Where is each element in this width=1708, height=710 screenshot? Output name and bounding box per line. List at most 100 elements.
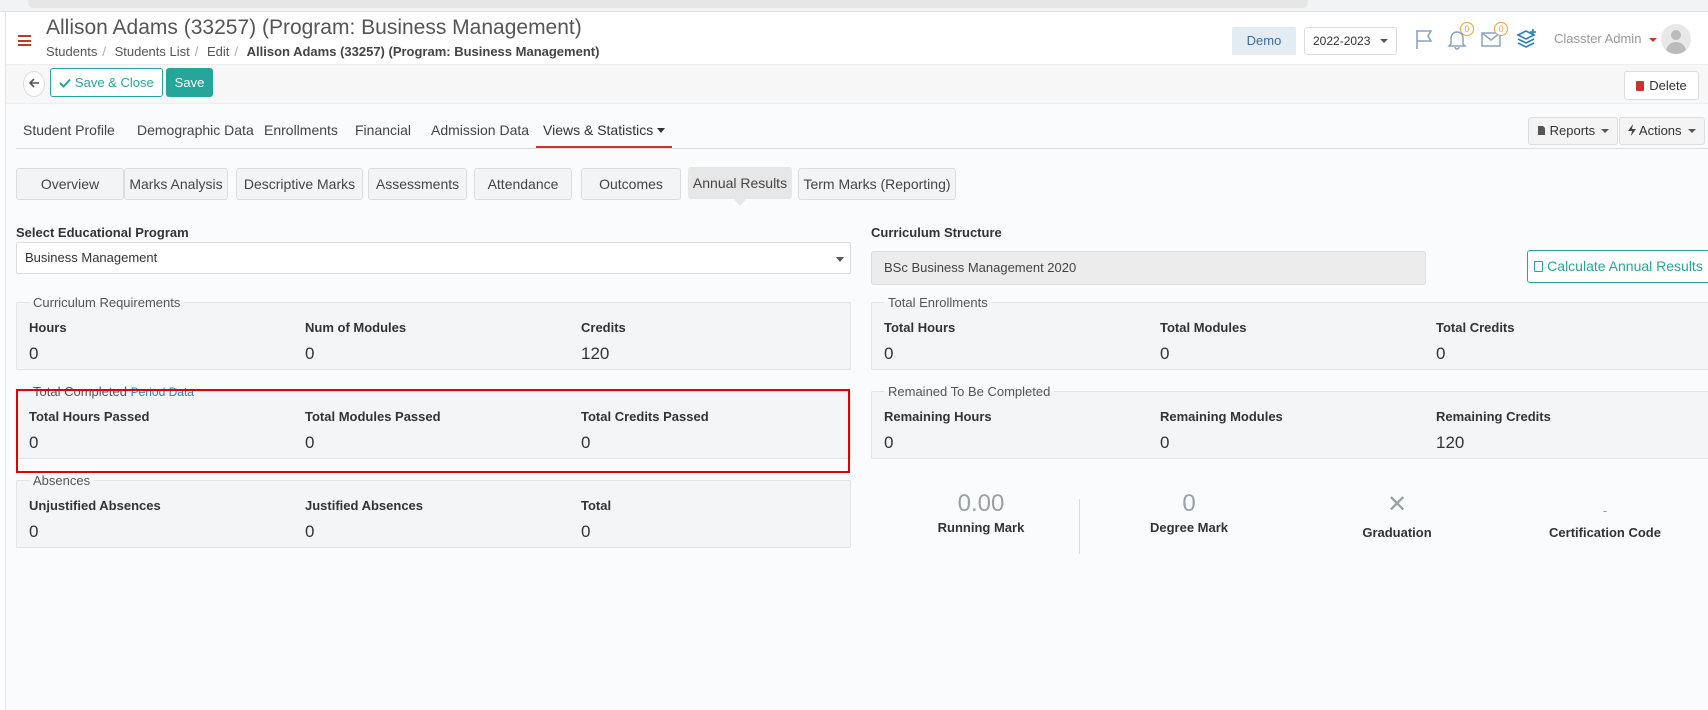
tab-demographic-data[interactable]: Demographic Data [137,120,254,148]
subtab-assessments[interactable]: Assessments [368,168,467,200]
total-absences: Total 0 [581,498,612,541]
remained-group: Remained To Be Completed [871,384,1708,459]
environment-badge: Demo [1232,27,1296,55]
running-mark-value: 0.00 [957,490,1005,517]
total-modules: Total Modules 0 [1160,320,1247,363]
calculate-label: Calculate Annual Results [1547,258,1703,274]
chevron-down-icon [836,257,844,262]
layers-add-icon[interactable] [1516,28,1538,50]
remaining-modules: Remaining Modules 0 [1160,409,1283,452]
absences-legend: Absences [33,473,91,488]
subtab-attendance[interactable]: Attendance [474,168,572,200]
user-menu-name[interactable]: Classter Admin [1554,31,1641,46]
app-window: Allison Adams (33257) (Program: Business… [5,12,1708,710]
save-close-label: Save & Close [74,75,154,90]
curriculum-requirements-legend: Curriculum Requirements [33,295,181,310]
tabs-divider [16,148,1708,149]
reports-label: Reports [1549,123,1596,138]
user-menu-caret-icon[interactable] [1649,38,1657,42]
bolt-icon [1628,124,1636,136]
breadcrumb-students-list[interactable]: Students List [115,44,190,59]
flag-icon[interactable] [1414,28,1436,50]
back-button[interactable] [23,71,45,97]
subtab-term-marks-reporting[interactable]: Term Marks (Reporting) [798,168,956,200]
degree-mark-label: Degree Mark [1149,520,1229,535]
degree-mark-stat: 0 Degree Mark [1114,490,1264,535]
academic-year-value: 2022-2023 [1313,34,1371,48]
page-title: Allison Adams (33257) (Program: Business… [46,16,582,39]
breadcrumb-current: Allison Adams (33257) (Program: Business… [246,44,600,59]
stat-divider [1079,499,1080,554]
running-mark-label: Running Mark [937,520,1025,535]
graduation-label: Graduation [1362,525,1432,540]
program-label: Select Educational Program [16,225,189,240]
messages-count: 0 [1494,22,1508,36]
bell-icon[interactable]: 0 [1446,22,1474,50]
subtab-marks-analysis[interactable]: Marks Analysis [124,168,228,200]
breadcrumb: Students / Students List / Edit / Allison A… [46,44,600,59]
total-enrollments-group: Total Enrollments [871,295,1708,370]
total-credits: Total Credits 0 [1436,320,1515,363]
caret-down-icon [1687,129,1696,133]
req-modules: Num of Modules 0 [305,320,407,363]
graduation-stat: ✕ Graduation [1322,490,1472,540]
delete-label: Delete [1649,78,1687,93]
calculator-icon [1534,261,1544,272]
req-credits: Credits 120 [581,320,626,363]
certification-code-label: Certification Code [1549,525,1661,540]
save-close-button[interactable]: Save & Close [50,68,163,97]
check-icon [59,78,72,88]
curriculum-structure-label: Curriculum Structure [871,225,1002,240]
program-select[interactable]: Business Management [16,242,851,274]
total-modules-passed: Total Modules Passed 0 [305,409,441,452]
total-completed-legend: Total Completed Period Data [33,384,194,399]
subtab-descriptive-marks[interactable]: Descriptive Marks [236,168,363,200]
actions-label: Actions [1638,123,1682,138]
academic-year-select[interactable]: 2022-2023 [1304,27,1397,55]
remaining-credits: Remaining Credits 120 [1436,409,1551,452]
tab-enrollments[interactable]: Enrollments [264,120,338,148]
curriculum-structure-field: BSc Business Management 2020 [871,251,1426,285]
curriculum-requirements-group: Curriculum Requirements [16,295,851,370]
page-header: Allison Adams (33257) (Program: Business… [6,12,1708,64]
certification-code-value: - [1602,502,1608,518]
tab-admission-data[interactable]: Admission Data [431,120,529,148]
justified-absences: Justified Absences 0 [305,498,424,541]
tab-views-statistics-label: Views & Statistics [543,122,654,138]
caret-down-icon [657,128,666,133]
program-select-value: Business Management [25,250,158,265]
envelope-icon[interactable]: 0 [1480,22,1508,50]
file-icon [1538,126,1545,135]
breadcrumb-edit[interactable]: Edit [207,44,229,59]
total-hours: Total Hours 0 [884,320,956,363]
trash-icon [1636,81,1645,91]
avatar[interactable] [1661,24,1691,54]
tab-financial[interactable]: Financial [355,120,411,148]
running-mark-stat: 0.00 Running Mark [906,490,1056,535]
calculate-annual-results-button[interactable]: Calculate Annual Results [1527,250,1708,283]
browser-chrome [0,0,1708,12]
action-toolbar: Save & Close Save Delete [6,64,1708,104]
remained-legend: Remained To Be Completed [888,384,1051,399]
actions-button[interactable]: Actions [1619,117,1705,145]
total-enrollments-legend: Total Enrollments [888,295,988,310]
close-icon: ✕ [1386,491,1408,518]
notifications-count: 0 [1460,22,1474,36]
subtab-annual-results[interactable]: Annual Results [688,167,792,206]
breadcrumb-students[interactable]: Students [46,44,97,59]
period-data-link[interactable]: Period Data [131,385,194,399]
menu-icon[interactable] [18,35,31,46]
subtab-overview[interactable]: Overview [16,168,124,200]
chevron-down-icon [1380,39,1388,43]
tab-views-statistics[interactable]: Views & Statistics [536,120,673,148]
total-credits-passed: Total Credits Passed 0 [581,409,709,452]
req-hours: Hours 0 [29,320,67,363]
unjustified-absences: Unjustified Absences 0 [29,498,161,541]
arrow-left-icon [28,78,39,88]
reports-button[interactable]: Reports [1528,117,1619,145]
save-button[interactable]: Save [166,68,213,97]
tab-student-profile[interactable]: Student Profile [23,120,115,148]
delete-button[interactable]: Delete [1624,71,1699,100]
subtab-outcomes[interactable]: Outcomes [581,168,681,200]
caret-down-icon [1601,129,1610,133]
